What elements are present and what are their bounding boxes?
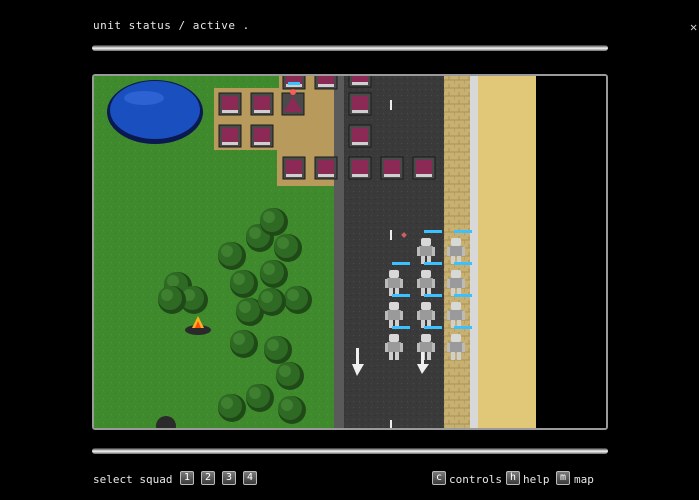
help-label[interactable]: help xyxy=(523,473,550,486)
supply-crate[interactable] xyxy=(250,92,274,116)
select-squad-label: select squad xyxy=(93,473,173,486)
road-curb xyxy=(334,76,344,428)
pond xyxy=(110,81,200,139)
bottom-divider xyxy=(92,448,608,454)
supply-crate[interactable] xyxy=(348,76,372,88)
supply-crate[interactable] xyxy=(348,124,372,148)
squad-1-button[interactable]: 1 xyxy=(180,471,194,485)
top-divider xyxy=(92,45,608,51)
supply-crate[interactable] xyxy=(348,92,372,116)
supply-crate[interactable] xyxy=(282,156,306,180)
bottom-bar: select squad 1 2 3 4 c controls h help m… xyxy=(0,470,699,490)
sand-strip xyxy=(478,76,536,428)
supply-crate[interactable] xyxy=(314,76,338,90)
squad-4-button[interactable]: 4 xyxy=(243,471,257,485)
controls-label[interactable]: controls xyxy=(449,473,502,486)
help-key[interactable]: h xyxy=(506,471,520,485)
unit-status-text: unit status / active . xyxy=(93,19,250,32)
squad-2-button[interactable]: 2 xyxy=(201,471,215,485)
map-label[interactable]: map xyxy=(574,473,594,486)
supply-crate[interactable] xyxy=(412,156,436,180)
supply-crate[interactable] xyxy=(250,124,274,148)
map-key[interactable]: m xyxy=(556,471,570,485)
supply-crate[interactable] xyxy=(380,156,404,180)
squad-3-button[interactable]: 3 xyxy=(222,471,236,485)
game-viewport[interactable] xyxy=(92,74,608,430)
supply-crate[interactable] xyxy=(218,92,242,116)
supply-crate[interactable] xyxy=(348,156,372,180)
supply-crate[interactable] xyxy=(314,156,338,180)
supply-crate[interactable] xyxy=(218,124,242,148)
controls-key[interactable]: c xyxy=(432,471,446,485)
close-icon[interactable]: ✕ xyxy=(690,20,697,34)
